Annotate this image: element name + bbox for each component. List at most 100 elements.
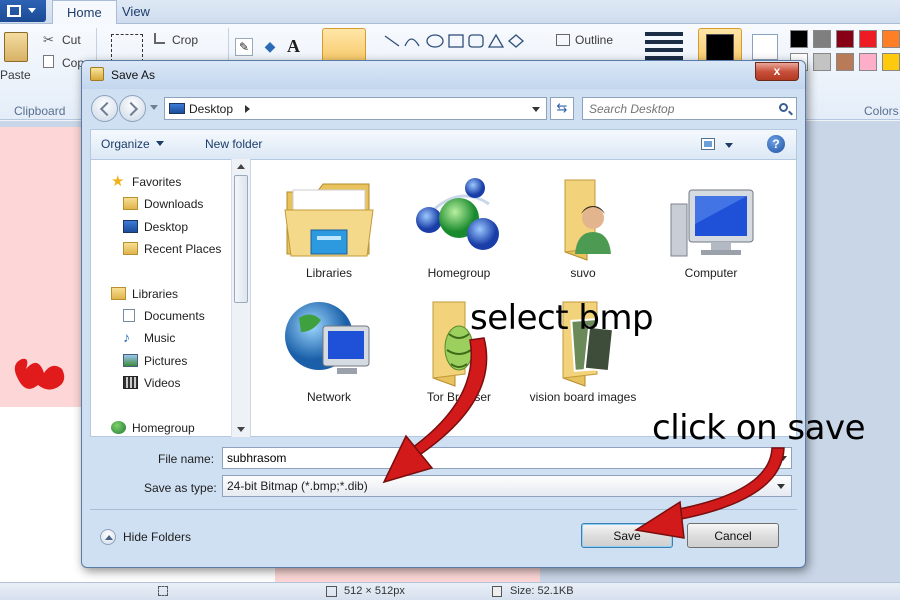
scroll-down-icon[interactable] [237, 427, 245, 432]
copy-icon [43, 55, 54, 68]
downloads-folder-icon [123, 197, 138, 210]
dimensions-icon [326, 586, 337, 597]
file-item-computer[interactable]: Computer [651, 174, 771, 281]
address-location[interactable]: Desktop [189, 102, 233, 116]
dialog-titlebar[interactable]: Save As x [82, 61, 805, 89]
selection-icon [158, 586, 168, 596]
save-button[interactable]: Save [581, 523, 673, 548]
recent-pages-icon[interactable] [150, 105, 158, 110]
tab-view[interactable]: View [108, 0, 164, 24]
pencil-icon[interactable]: ✎ [235, 38, 253, 56]
chevron-down-icon [155, 141, 164, 146]
palette-swatch[interactable] [813, 30, 831, 48]
dialog-toolbar: Organize New folder ? [90, 129, 797, 159]
chevron-down-icon [28, 8, 36, 13]
chevron-down-icon[interactable] [532, 107, 540, 112]
file-item-libraries[interactable]: Libraries [269, 174, 389, 281]
search-input[interactable] [589, 101, 769, 117]
crop-button[interactable]: Crop [172, 33, 198, 47]
pictures-icon [123, 354, 138, 367]
canvas-scribble [14, 358, 65, 390]
file-item-suvo[interactable]: suvo [523, 174, 643, 281]
dialog-title: Save As [111, 68, 156, 82]
chevron-down-icon[interactable] [725, 143, 733, 148]
save-type-select[interactable]: 24-bit Bitmap (*.bmp;*.dib) [222, 475, 792, 497]
new-folder-button[interactable]: New folder [205, 137, 262, 151]
scroll-up-icon[interactable] [237, 164, 245, 169]
file-name-label: File name: [158, 452, 215, 466]
cut-button[interactable]: Cut [62, 33, 81, 47]
outline-button[interactable]: Outline [575, 33, 613, 47]
status-bar: 512 × 512px Size: 52.1KB [0, 582, 900, 600]
palette-swatch[interactable] [790, 30, 808, 48]
libraries-icon [111, 287, 126, 300]
annotation-click-save: click on save [652, 408, 866, 448]
homegroup-icon [111, 421, 126, 434]
refresh-button[interactable]: ⇆ [550, 97, 574, 120]
scissors-icon: ✂ [43, 32, 54, 47]
crop-icon [154, 33, 165, 44]
palette-swatch[interactable] [813, 53, 831, 71]
image-dimensions: 512 × 512px [344, 585, 405, 597]
address-bar[interactable]: Desktop [164, 97, 547, 120]
paste-button[interactable]: Paste [0, 68, 31, 82]
help-icon[interactable]: ? [767, 135, 785, 153]
select-tool-icon[interactable] [111, 34, 143, 62]
palette-swatch[interactable] [859, 30, 877, 48]
search-box[interactable] [582, 97, 797, 120]
save-type-value: 24-bit Bitmap (*.bmp;*.dib) [227, 479, 368, 493]
annotation-select-bmp: select bmp [470, 298, 654, 338]
nav-scrollbar[interactable] [231, 159, 250, 437]
save-type-label: Save as type: [144, 481, 217, 495]
palette-swatch[interactable] [882, 53, 900, 71]
fill-icon[interactable]: ◆ [261, 38, 279, 56]
organize-label: Organize [101, 137, 150, 151]
chevron-down-icon [777, 484, 785, 489]
file-name-input[interactable] [222, 447, 792, 469]
chevron-down-icon[interactable] [779, 456, 787, 461]
palette-swatch[interactable] [836, 53, 854, 71]
scrollbar-thumb[interactable] [234, 175, 248, 303]
forward-button[interactable] [119, 95, 146, 122]
file-item-network[interactable]: Network [269, 298, 389, 405]
chevron-up-icon [100, 529, 116, 545]
desktop-icon [169, 103, 185, 114]
text-tool-icon[interactable]: A [287, 36, 300, 57]
search-icon[interactable] [779, 103, 788, 112]
user-folder-icon [535, 174, 631, 266]
clipboard-icon [4, 32, 28, 62]
star-icon: ★ [111, 173, 125, 190]
paint-menu-button[interactable] [0, 0, 46, 22]
network-globe-icon [281, 298, 377, 390]
navigation-pane: ★ Favorites Downloads Desktop Recent Pla… [90, 159, 250, 437]
size-icon[interactable] [645, 32, 683, 62]
paint-ribbon-tabs: Home View [0, 0, 900, 24]
paint-app-icon [90, 67, 104, 81]
chevron-right-icon[interactable] [245, 105, 250, 113]
close-button[interactable]: x [755, 62, 799, 81]
desktop-icon [123, 220, 138, 233]
file-size-icon [492, 586, 502, 597]
palette-swatch[interactable] [836, 30, 854, 48]
color2-swatch[interactable] [752, 34, 778, 60]
recent-places-icon [123, 242, 138, 255]
colors-group-label: Colors [864, 104, 899, 118]
libraries-folder-icon [281, 174, 377, 266]
save-as-dialog: Save As x Desktop ⇆ Organize New folder … [81, 60, 806, 568]
tab-home[interactable]: Home [52, 0, 117, 24]
organize-button[interactable]: Organize [101, 137, 164, 151]
computer-icon [663, 174, 759, 266]
palette-swatch[interactable] [859, 53, 877, 71]
outline-icon [556, 34, 570, 46]
palette-swatch[interactable] [882, 30, 900, 48]
homegroup-spheres-icon [411, 174, 507, 266]
back-button[interactable] [91, 95, 118, 122]
clipboard-group-label: Clipboard [14, 104, 66, 118]
file-item-homegroup[interactable]: Homegroup [399, 174, 519, 281]
change-view-icon[interactable] [701, 138, 715, 150]
documents-icon [123, 309, 135, 322]
color1-swatch [706, 34, 734, 62]
cancel-button[interactable]: Cancel [687, 523, 779, 548]
menu-icon [7, 5, 21, 17]
file-size: Size: 52.1KB [510, 585, 574, 597]
